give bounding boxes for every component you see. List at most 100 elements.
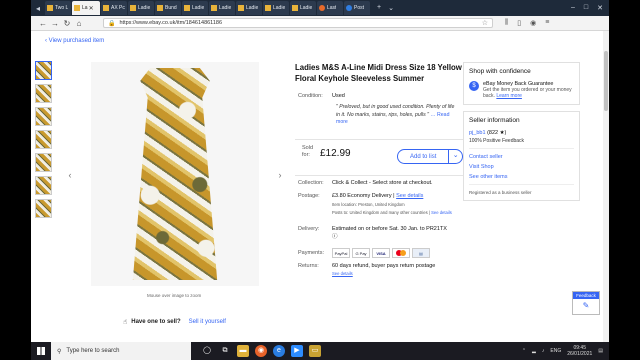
page-scrollbar[interactable] xyxy=(603,31,609,342)
browser-tab-6[interactable]: Ladie xyxy=(182,1,208,15)
browser-tab-active[interactable]: La ✕ xyxy=(72,1,100,15)
tab-label: Ladie xyxy=(273,5,286,11)
info-icon: ⓘ xyxy=(332,233,338,240)
thumbnail-image[interactable] xyxy=(35,176,52,195)
navigation-bar: ← → ↻ ⌂ 🔒 https://www.ebay.co.uk/itm/184… xyxy=(31,16,609,31)
visit-shop-link[interactable]: Visit Shop xyxy=(469,164,574,170)
browser-tab-11[interactable]: Last xyxy=(317,1,343,15)
close-tab-icon[interactable]: ✕ xyxy=(89,5,94,12)
contact-seller-link[interactable]: Contact seller xyxy=(469,154,574,160)
network-icon[interactable]: ▂ xyxy=(532,348,536,354)
tab-label: Last xyxy=(327,5,337,11)
library-icon[interactable]: ⫼ xyxy=(505,19,508,27)
see-details-link[interactable]: See details xyxy=(396,193,423,199)
volume-icon[interactable]: ♪ xyxy=(542,348,545,354)
prev-image-icon[interactable]: ‹ xyxy=(65,166,75,184)
forward-icon[interactable]: → xyxy=(49,19,61,28)
add-to-list-label: Add to list xyxy=(410,153,437,160)
thumbnail-image[interactable] xyxy=(35,107,52,126)
tab-label: Bund xyxy=(165,5,177,11)
close-window-icon[interactable]: ✕ xyxy=(597,4,603,12)
folder-icon[interactable]: ▭ xyxy=(309,345,321,357)
firefox-icon xyxy=(319,5,325,11)
firefox-icon[interactable]: ◉ xyxy=(255,345,267,357)
file-explorer-icon[interactable]: ▬ xyxy=(237,345,249,357)
next-image-icon[interactable]: › xyxy=(275,166,285,184)
divider xyxy=(295,139,463,140)
task-view-icon[interactable]: ◯ xyxy=(201,345,213,357)
menu-icon[interactable]: ≡ xyxy=(545,19,549,27)
tab-favicon-icon xyxy=(184,5,190,11)
zoom-hint: Mouse over image to zoom xyxy=(147,293,202,298)
address-bar[interactable]: 🔒 https://www.ebay.co.uk/itm/18461486118… xyxy=(103,18,493,28)
notifications-icon[interactable]: ▤ xyxy=(598,348,603,354)
reload-icon[interactable]: ↻ xyxy=(61,19,73,28)
confidence-heading: Shop with confidence xyxy=(469,68,531,75)
sold-for-label: Sold for: xyxy=(302,145,314,158)
tab-favicon-icon xyxy=(157,5,163,11)
clock-date: 26/01/2021 xyxy=(567,351,593,357)
tab-label: Ladie xyxy=(138,5,151,11)
windows-start-icon[interactable] xyxy=(31,342,51,360)
condition-description: " Preloved, but in good used condition. … xyxy=(336,104,455,126)
edge-icon[interactable]: e xyxy=(273,345,285,357)
browser-tab-1[interactable]: Two L xyxy=(45,1,71,15)
thumbnail-image[interactable] xyxy=(35,84,52,103)
scrollbar-thumb[interactable] xyxy=(604,51,608,111)
tab-label: AX Pc xyxy=(111,5,125,11)
view-purchased-link[interactable]: ‹ View purchased item xyxy=(45,38,104,44)
seller-information-box: Seller information pj_bb1 (822 ★) 100% P… xyxy=(463,111,580,201)
bookmark-star-icon[interactable]: ☆ xyxy=(482,19,492,27)
tray-chevron-icon[interactable]: ⌃ xyxy=(522,348,526,354)
thumbnail-image[interactable] xyxy=(35,61,52,80)
edge-icon xyxy=(346,5,352,11)
postage-row: Postage: £3.80 Economy Delivery | See de… xyxy=(298,193,452,215)
thumbnail-image[interactable] xyxy=(35,199,52,218)
chevron-down-icon[interactable]: ⌄ xyxy=(448,149,462,164)
task-view-icon[interactable]: ⧉ xyxy=(219,345,231,357)
back-icon[interactable]: ← xyxy=(37,19,49,28)
sell-prompt: ☝ Have one to sell? Sell it yourself xyxy=(123,318,226,326)
tab-scroll-left-icon[interactable]: ◂ xyxy=(31,0,45,16)
tab-label: Two L xyxy=(55,5,69,11)
sidebar-icon[interactable]: ▯ xyxy=(517,19,521,27)
tab-strip: ◂ Two L La ✕ AX Pc Ladie Bund Ladie Ladie… xyxy=(31,0,609,16)
delivery-estimate: Estimated on or before Sat. 30 Jan. to P… xyxy=(332,226,447,240)
edit-icon: ✎ xyxy=(582,301,590,310)
seller-score: (822 ★) xyxy=(487,130,507,136)
maximize-icon[interactable]: □ xyxy=(584,4,588,12)
sell-it-yourself-link[interactable]: Sell it yourself xyxy=(189,319,226,325)
see-other-items-link[interactable]: See other items xyxy=(469,174,574,180)
learn-more-link[interactable]: Learn more xyxy=(496,93,522,99)
thumbnail-image[interactable] xyxy=(35,153,52,172)
postage-service: Economy Delivery xyxy=(347,193,392,199)
search-icon: ⚲ xyxy=(57,348,62,355)
language-indicator[interactable]: ENG xyxy=(550,348,561,354)
home-icon[interactable]: ⌂ xyxy=(73,19,85,28)
clock[interactable]: 09:45 26/01/2021 xyxy=(567,345,592,357)
condition-row: Condition: Used xyxy=(298,93,345,99)
add-to-list-button[interactable]: Add to list ⌄ xyxy=(397,149,463,164)
collection-row: Collection: Click & Collect - Select sto… xyxy=(298,180,433,186)
see-details-link[interactable]: See details xyxy=(332,271,435,276)
returns-policy: 60 days refund, buyer pays return postag… xyxy=(332,263,436,269)
browser-tab-7[interactable]: Ladie xyxy=(209,1,235,15)
browser-tab-4[interactable]: Ladie xyxy=(128,1,154,15)
tab-list-icon[interactable]: ⌄ xyxy=(388,4,394,12)
extension-icon[interactable]: ◉ xyxy=(530,19,536,27)
minimize-icon[interactable]: – xyxy=(571,4,575,12)
zoom-icon[interactable]: ▶ xyxy=(291,345,303,357)
browser-tab-3[interactable]: AX Pc xyxy=(101,1,127,15)
thumbnail-image[interactable] xyxy=(35,130,52,149)
browser-tab-9[interactable]: Ladie xyxy=(263,1,289,15)
browser-tab-12[interactable]: Post xyxy=(344,1,370,15)
see-details-link[interactable]: See details xyxy=(431,210,452,215)
seller-name[interactable]: pj_bb1 (822 ★) xyxy=(469,130,574,136)
browser-tab-5[interactable]: Bund xyxy=(155,1,181,15)
feedback-button[interactable]: Feedback ✎ xyxy=(572,291,600,315)
browser-tab-10[interactable]: Ladie xyxy=(290,1,316,15)
browser-tab-8[interactable]: Ladie xyxy=(236,1,262,15)
new-tab-icon[interactable]: + xyxy=(377,4,381,12)
taskbar-search[interactable]: ⚲ Type here to search xyxy=(51,342,191,360)
main-product-image[interactable] xyxy=(91,62,259,286)
